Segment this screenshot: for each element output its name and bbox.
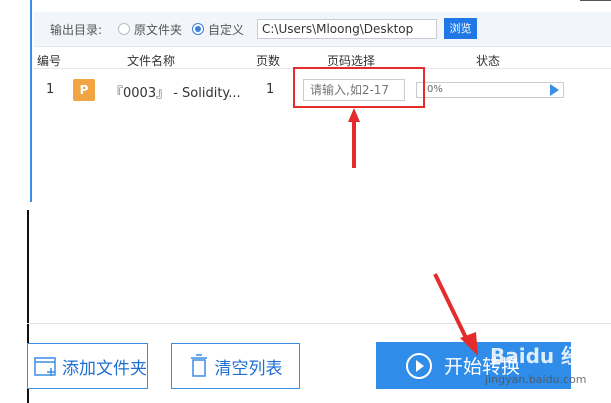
annotation-arrow-up-icon [348, 108, 360, 168]
col-header-file-name: 文件名称 [127, 54, 176, 68]
play-circle-icon [406, 352, 432, 379]
add-folder-button[interactable]: 添加文件夹 [27, 343, 148, 389]
row-index: 1 [46, 82, 55, 97]
add-folder-icon [34, 357, 56, 376]
clear-list-button[interactable]: 清空列表 [171, 343, 300, 389]
row-pages: 1 [266, 82, 275, 97]
play-triangle-icon[interactable] [550, 84, 559, 96]
annotation-arrow-diagonal-icon [433, 273, 478, 356]
radio-original-folder[interactable] [118, 23, 130, 35]
col-header-index: 编号 [37, 54, 62, 68]
browse-button[interactable]: 浏览 [444, 18, 477, 39]
radio-original-folder-label: 原文件夹 [134, 23, 183, 37]
window-edge-line [580, 0, 611, 1]
col-header-pages: 页数 [256, 54, 281, 68]
col-header-status: 状态 [476, 54, 501, 68]
add-folder-label: 添加文件夹 [62, 358, 147, 379]
annotation-highlight-box [293, 67, 425, 108]
pdf-file-icon: P [73, 79, 95, 101]
output-path-input[interactable]: C:\Users\Mloong\Desktop [257, 19, 437, 39]
output-dir-label: 输出目录: [50, 23, 103, 37]
radio-custom-folder[interactable] [192, 23, 204, 35]
row-file-name: 『0003』 - Solidity... [110, 86, 241, 101]
trash-icon [190, 354, 207, 377]
bottom-divider [27, 323, 611, 324]
watermark-url: jingyan.baidu.com [485, 373, 587, 386]
clear-list-label: 清空列表 [214, 358, 283, 379]
panel-accent-bar [30, 0, 32, 202]
output-options-bar: 输出目录: 原文件夹 自定义 C:\Users\Mloong\Desktop 浏… [34, 12, 611, 47]
radio-custom-folder-label: 自定义 [208, 23, 245, 37]
status-progress-bar: 0% [416, 82, 564, 98]
watermark-logo-text: Baidu 经验 [490, 344, 602, 368]
